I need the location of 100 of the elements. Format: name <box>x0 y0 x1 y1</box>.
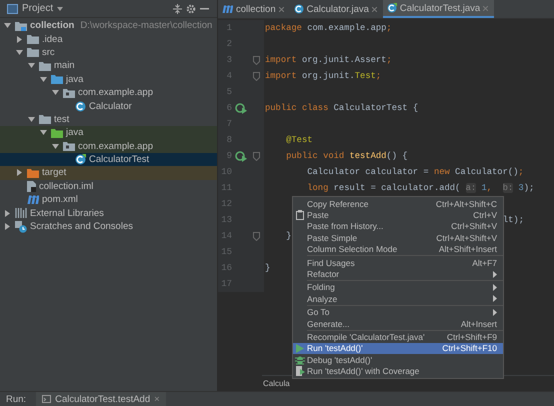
menu-item[interactable]: Analyze <box>293 293 503 305</box>
code-line: @Test <box>285 135 313 145</box>
tree-item[interactable]: target <box>0 166 217 180</box>
menu-item[interactable]: Go To <box>293 306 503 318</box>
menu-item[interactable]: Run 'testAdd()' with Coverage <box>293 365 503 377</box>
editor-tab[interactable]: Calculator.java <box>290 0 383 18</box>
code-line: } <box>285 231 292 241</box>
tree-item[interactable]: CalculatorTest <box>0 152 217 166</box>
fold-marker-icon[interactable] <box>253 232 260 240</box>
folder-icon <box>27 47 39 58</box>
expanded-arrow-icon[interactable] <box>16 48 23 56</box>
run-gutter-icon[interactable] <box>234 102 246 114</box>
fold-marker-icon[interactable] <box>253 56 260 64</box>
collapsed-arrow-icon[interactable] <box>16 169 23 176</box>
editor-tab[interactable]: collection <box>218 0 290 18</box>
fold-marker-icon[interactable] <box>253 152 260 160</box>
tree-item-label: src <box>42 46 55 58</box>
coverage-icon <box>296 366 304 376</box>
menu-shortcut: Ctrl+Shift+V <box>451 221 497 232</box>
tree-item-label: CalculatorTest <box>89 154 150 166</box>
code-line: import org.junit.Assert; <box>265 55 392 65</box>
package-folder-icon <box>63 88 75 98</box>
menu-shortcut: Ctrl+Alt+Shift+V <box>436 232 497 243</box>
menu-item[interactable]: Copy Reference Ctrl+Alt+Shift+C <box>293 198 503 210</box>
expanded-arrow-icon[interactable] <box>28 62 35 70</box>
menu-item[interactable]: Folding <box>293 282 503 294</box>
maven-icon <box>222 5 233 13</box>
settings-icon[interactable] <box>186 4 196 14</box>
class-icon <box>386 3 397 13</box>
expanded-arrow-icon[interactable] <box>52 89 59 96</box>
class-icon <box>75 154 86 166</box>
minimize-icon[interactable] <box>200 8 209 10</box>
tree-item-label: collection <box>30 20 74 32</box>
expanded-arrow-icon[interactable] <box>28 116 35 123</box>
tree-item[interactable]: External Libraries <box>0 206 217 220</box>
expanded-arrow-icon[interactable] <box>4 22 11 30</box>
menu-item[interactable]: Debug 'testAdd()' <box>293 354 503 366</box>
tree-item-label: com.example.app <box>78 140 153 152</box>
menu-item[interactable]: Paste Ctrl+V <box>293 209 503 221</box>
menu-item[interactable]: Recompile 'CalculatorTest.java' Ctrl+Shift+F9 <box>293 331 503 343</box>
tree-item[interactable]: .idea <box>0 32 217 46</box>
panel-title[interactable]: Project <box>22 3 54 14</box>
libraries-icon <box>15 208 27 218</box>
tree-item[interactable]: test <box>0 112 217 126</box>
project-window-icon <box>7 4 18 14</box>
code-line: lt); <box>502 215 524 225</box>
tree-item[interactable]: java <box>0 72 217 86</box>
dropdown-caret-icon[interactable] <box>57 6 64 10</box>
editor-tab[interactable]: CalculatorTest.java <box>382 0 494 18</box>
tree-item-label: pom.xml <box>42 194 78 206</box>
maven-icon <box>27 195 39 204</box>
expanded-arrow-icon[interactable] <box>40 129 47 136</box>
expanded-arrow-icon[interactable] <box>52 142 59 150</box>
tree-item[interactable]: collection.iml <box>0 180 217 194</box>
folder-icon <box>39 60 51 71</box>
fold-marker-icon[interactable] <box>253 72 260 80</box>
collapsed-arrow-icon[interactable] <box>4 210 11 217</box>
menu-shortcut: Ctrl+V <box>473 210 497 220</box>
tree-item[interactable]: src <box>0 46 217 60</box>
bug-icon <box>295 354 305 365</box>
run-label: Run: <box>6 394 26 404</box>
menu-item[interactable]: Paste from History... Ctrl+Shift+V <box>293 220 503 232</box>
scratches-icon <box>15 220 27 233</box>
tree-item-label: test <box>54 114 70 125</box>
expanded-arrow-icon[interactable] <box>40 76 47 83</box>
tree-item-label: com.example.app <box>78 87 153 98</box>
tree-item[interactable]: java <box>0 126 217 140</box>
tree-item[interactable]: collection D:\workspace-master\collection <box>0 19 217 32</box>
menu-item[interactable]: Run 'testAdd()' Ctrl+Shift+F10 <box>293 342 503 354</box>
close-icon[interactable] <box>372 6 377 12</box>
close-icon[interactable] <box>278 6 284 12</box>
run-tab[interactable]: CalculatorTest.testAdd × <box>36 392 166 406</box>
collapsed-arrow-icon[interactable] <box>16 36 23 43</box>
run-gutter-icon[interactable] <box>234 150 246 162</box>
tree-item-label: main <box>54 60 75 72</box>
tree-item[interactable]: com.example.app <box>0 140 217 153</box>
menu-shortcut: Alt+F7 <box>472 258 497 268</box>
tree-item-label: java <box>66 127 84 138</box>
tree-item-label: Calculator <box>89 100 132 112</box>
tree-item-label: External Libraries <box>30 208 104 219</box>
menu-item[interactable]: Column Selection Mode Alt+Shift+Insert <box>293 244 503 255</box>
menu-shortcut: Ctrl+Shift+F9 <box>446 332 497 342</box>
play-icon <box>296 344 304 353</box>
collapse-icon[interactable] <box>173 4 182 14</box>
menu-item[interactable]: Paste Simple Ctrl+Alt+Shift+V <box>293 232 503 244</box>
tree-item[interactable]: Calculator <box>0 99 217 113</box>
tree-item[interactable]: com.example.app <box>0 86 217 100</box>
code-line: Calculator calculator = new Calculator(); <box>306 167 524 177</box>
folder-icon <box>51 74 63 84</box>
tree-item[interactable]: Scratches and Consoles <box>0 220 217 234</box>
collapsed-arrow-icon[interactable] <box>4 223 11 230</box>
tree-item[interactable]: main <box>0 59 217 73</box>
menu-item[interactable]: Generate... Alt+Insert <box>293 318 503 330</box>
folder-icon <box>15 20 27 31</box>
tree-item[interactable]: pom.xml <box>0 193 217 206</box>
file-icon <box>27 180 36 192</box>
menu-item[interactable]: Find Usages Alt+F7 <box>293 256 503 268</box>
menu-item[interactable]: Refactor <box>293 268 503 280</box>
breadcrumb[interactable]: Calcula <box>263 379 290 388</box>
clipboard-icon <box>296 210 304 220</box>
